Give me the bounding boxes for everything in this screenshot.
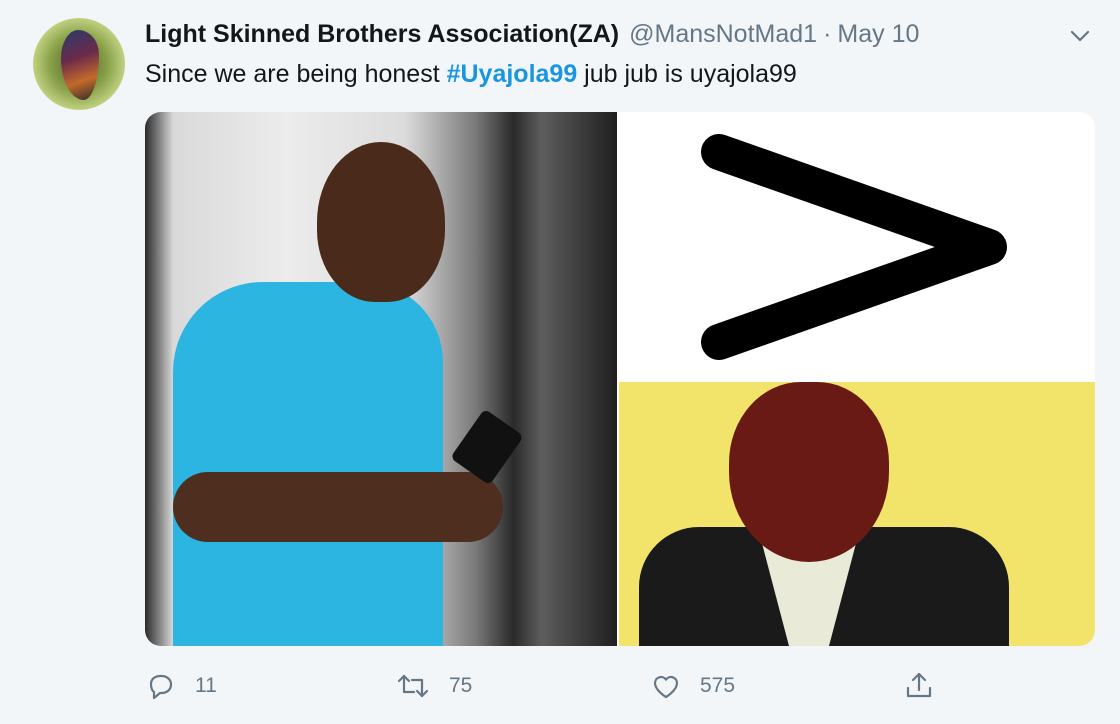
retweet-button[interactable]: 75 bbox=[395, 666, 472, 706]
media-photo-man-blue-shirt[interactable] bbox=[145, 112, 617, 646]
share-button[interactable] bbox=[903, 666, 935, 706]
user-handle[interactable]: @MansNotMad1 bbox=[629, 20, 817, 49]
tweet-text-before: Since we are being honest bbox=[145, 60, 447, 88]
tweet-header: Light Skinned Brothers Association(ZA) @… bbox=[145, 20, 919, 56]
tweet-text: Since we are being honest #Uyajola99 jub… bbox=[145, 60, 797, 89]
tweet-text-after: jub jub is uyajola99 bbox=[577, 60, 797, 88]
tweet-card[interactable]: Light Skinned Brothers Association(ZA) @… bbox=[0, 0, 1120, 724]
reply-icon bbox=[149, 674, 173, 700]
photo-face-shape bbox=[729, 382, 889, 562]
tweet-actions: 11 75 575 bbox=[145, 666, 945, 706]
media-photo-greater-than[interactable] bbox=[617, 112, 1095, 380]
like-button[interactable]: 575 bbox=[650, 666, 735, 706]
tweet-date[interactable]: May 10 bbox=[837, 20, 919, 49]
display-name[interactable]: Light Skinned Brothers Association(ZA) bbox=[145, 20, 619, 49]
like-icon bbox=[653, 675, 679, 699]
photo-arm-shape bbox=[173, 472, 503, 542]
like-count: 575 bbox=[700, 674, 736, 697]
reply-count: 11 bbox=[195, 674, 217, 697]
avatar[interactable] bbox=[33, 18, 125, 110]
share-icon bbox=[906, 672, 932, 698]
retweet-icon bbox=[397, 674, 429, 698]
avatar-africa-graphic bbox=[61, 30, 99, 100]
chevron-down-icon[interactable] bbox=[1066, 26, 1094, 46]
retweet-count: 75 bbox=[449, 674, 473, 697]
media-photo-laughing-man[interactable] bbox=[619, 382, 1095, 646]
media-grid[interactable] bbox=[145, 112, 1095, 646]
hashtag-link[interactable]: #Uyajola99 bbox=[447, 60, 578, 88]
greater-than-symbol bbox=[701, 134, 1007, 360]
photo-shirt-shape bbox=[173, 282, 443, 646]
reply-button[interactable]: 11 bbox=[145, 666, 217, 706]
photo-head-shape bbox=[317, 142, 445, 302]
header-separator: · bbox=[823, 20, 832, 48]
